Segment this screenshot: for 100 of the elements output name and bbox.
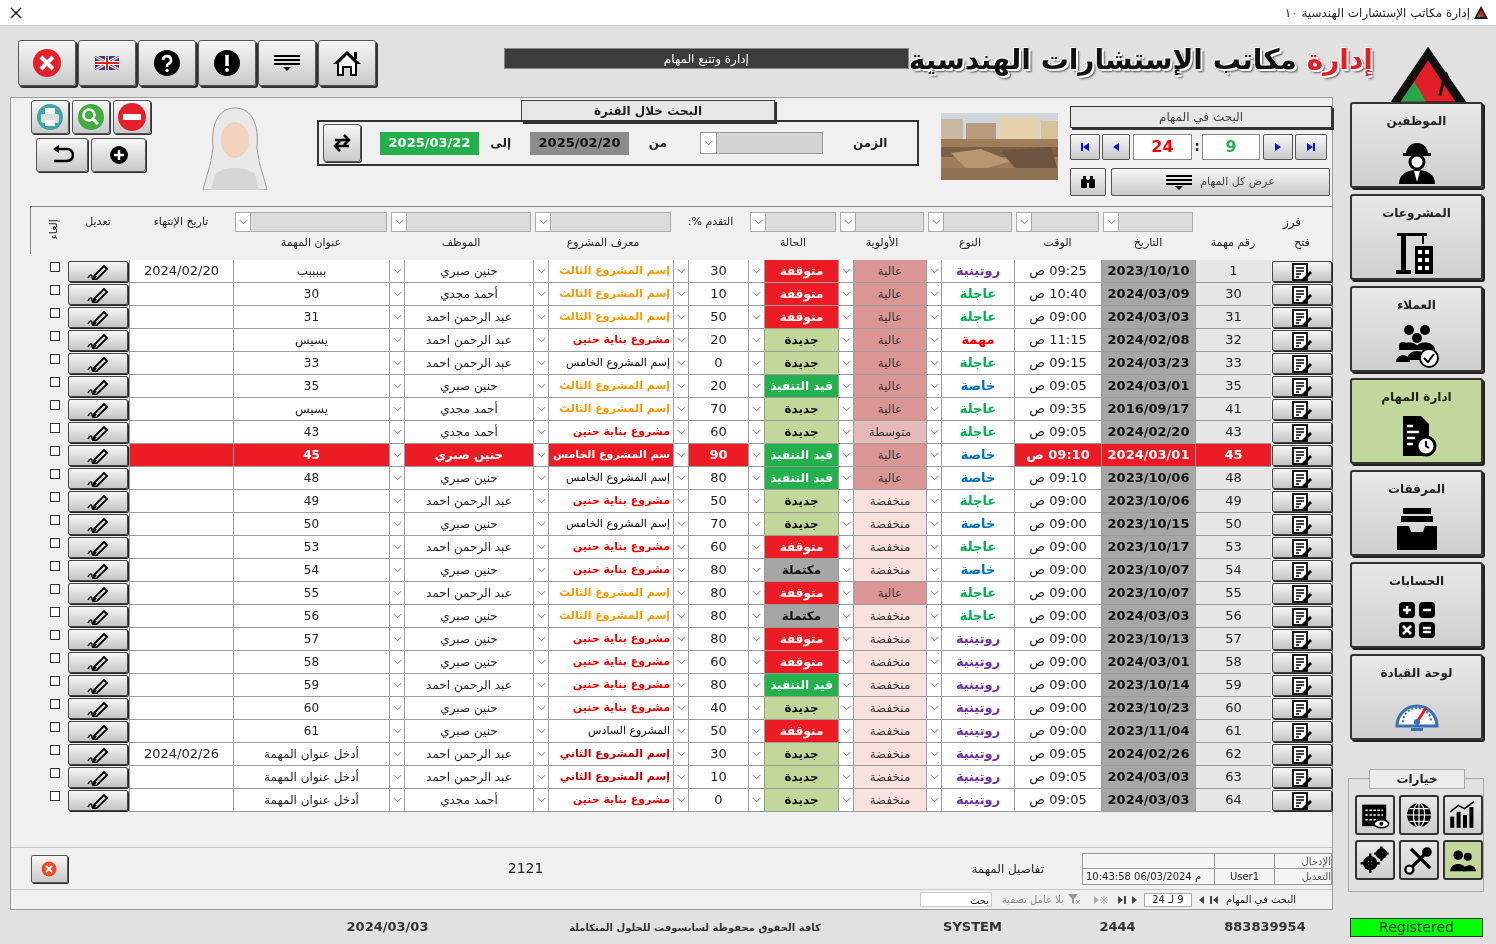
open-button[interactable] — [1272, 284, 1332, 305]
dropdown-button[interactable] — [748, 306, 764, 329]
dropdown-button[interactable] — [926, 398, 941, 421]
dropdown-button[interactable] — [389, 536, 404, 559]
dropdown-button[interactable] — [926, 697, 941, 720]
dropdown-button[interactable] — [389, 789, 404, 812]
open-button[interactable] — [1272, 353, 1332, 374]
dropdown-button[interactable] — [673, 674, 688, 697]
dropdown-button[interactable] — [389, 582, 404, 605]
dropdown-button[interactable] — [673, 536, 688, 559]
edit-button[interactable] — [68, 399, 128, 420]
open-button[interactable] — [1272, 376, 1332, 397]
dropdown-button[interactable] — [838, 352, 853, 375]
dropdown-button[interactable] — [389, 398, 404, 421]
dropdown-button[interactable] — [748, 421, 764, 444]
dropdown-button[interactable] — [748, 766, 764, 789]
dropdown-button[interactable] — [533, 352, 548, 375]
open-button[interactable] — [1272, 537, 1332, 558]
dropdown-button[interactable] — [533, 260, 548, 283]
dropdown-button[interactable] — [926, 582, 941, 605]
dropdown-button[interactable] — [838, 651, 853, 674]
dropdown-button[interactable] — [838, 559, 853, 582]
checkbox[interactable] — [49, 446, 60, 456]
dropdown-button[interactable] — [838, 789, 853, 812]
dropdown-button[interactable] — [673, 651, 688, 674]
edit-button[interactable] — [68, 698, 128, 719]
sidebar-item[interactable]: الحسابات — [1350, 562, 1483, 648]
dropdown-button[interactable] — [533, 513, 548, 536]
home-button[interactable] — [318, 40, 376, 86]
edit-button[interactable] — [68, 284, 128, 305]
record-position-field[interactable]: 9 لـ 24 — [1143, 892, 1192, 907]
dropdown-button[interactable] — [838, 743, 853, 766]
dropdown-button[interactable] — [673, 743, 688, 766]
next-button[interactable] — [1263, 133, 1293, 160]
dropdown-button[interactable] — [748, 260, 764, 283]
checkbox[interactable] — [49, 354, 60, 364]
edit-button[interactable] — [68, 767, 128, 788]
option-button[interactable] — [1355, 795, 1395, 835]
edit-button[interactable] — [68, 537, 128, 558]
sidebar-item[interactable]: المرفقات — [1350, 470, 1483, 556]
dropdown-button[interactable] — [533, 329, 548, 352]
dropdown-button[interactable] — [673, 260, 688, 283]
close-icon[interactable] — [10, 6, 22, 19]
checkbox[interactable] — [49, 308, 60, 318]
dropdown-button[interactable] — [838, 582, 853, 605]
dropdown-button[interactable] — [748, 720, 764, 743]
dropdown-button[interactable] — [389, 375, 404, 398]
dropdown-button[interactable] — [838, 398, 853, 421]
edit-button[interactable] — [68, 790, 128, 811]
sidebar-item[interactable]: العملاء — [1350, 286, 1483, 372]
dropdown-button[interactable] — [673, 697, 688, 720]
checkbox[interactable] — [49, 515, 60, 525]
dropdown-button[interactable] — [926, 628, 941, 651]
open-button[interactable] — [1272, 399, 1332, 420]
filter-dropdown[interactable] — [1103, 212, 1193, 233]
find-button[interactable] — [1070, 168, 1106, 196]
checkbox[interactable] — [49, 285, 60, 295]
menu-button[interactable] — [258, 40, 316, 86]
option-button[interactable] — [1443, 840, 1483, 880]
dropdown-button[interactable] — [673, 720, 688, 743]
dropdown-button[interactable] — [748, 490, 764, 513]
checkbox[interactable] — [49, 262, 60, 272]
dropdown-button[interactable] — [533, 306, 548, 329]
edit-button[interactable] — [68, 583, 128, 604]
dropdown-button[interactable] — [926, 674, 941, 697]
option-button[interactable] — [1399, 795, 1439, 835]
dropdown-button[interactable] — [838, 375, 853, 398]
dropdown-button[interactable] — [389, 329, 404, 352]
filter-dropdown[interactable] — [1016, 212, 1099, 233]
checkbox[interactable] — [49, 607, 60, 617]
dropdown-button[interactable] — [838, 720, 853, 743]
dropdown-button[interactable] — [673, 605, 688, 628]
edit-button[interactable] — [68, 744, 128, 765]
dropdown-button[interactable] — [926, 720, 941, 743]
dropdown-button[interactable] — [748, 628, 764, 651]
checkbox[interactable] — [49, 331, 60, 341]
checkbox[interactable] — [49, 584, 60, 594]
dropdown-button[interactable] — [389, 628, 404, 651]
checkbox[interactable] — [49, 722, 60, 732]
dropdown-button[interactable] — [838, 513, 853, 536]
dropdown-button[interactable] — [389, 352, 404, 375]
dropdown-button[interactable] — [838, 283, 853, 306]
last-icon[interactable] — [1117, 895, 1126, 904]
dropdown-button[interactable] — [838, 766, 853, 789]
dropdown-button[interactable] — [838, 444, 853, 467]
pdf-button[interactable] — [113, 100, 151, 134]
print-button[interactable] — [31, 100, 69, 134]
previous-icon[interactable] — [1197, 895, 1204, 904]
edit-button[interactable] — [68, 468, 128, 489]
open-button[interactable] — [1272, 560, 1332, 581]
edit-button[interactable] — [68, 721, 128, 742]
search-field[interactable]: بحث — [920, 892, 992, 907]
checkbox[interactable] — [49, 699, 60, 709]
dropdown-button[interactable] — [838, 329, 853, 352]
edit-button[interactable] — [68, 560, 128, 581]
dropdown-button[interactable] — [926, 467, 941, 490]
exit-button[interactable] — [18, 40, 76, 86]
dropdown-button[interactable] — [838, 697, 853, 720]
dropdown-button[interactable] — [926, 444, 941, 467]
dropdown-button[interactable] — [748, 582, 764, 605]
